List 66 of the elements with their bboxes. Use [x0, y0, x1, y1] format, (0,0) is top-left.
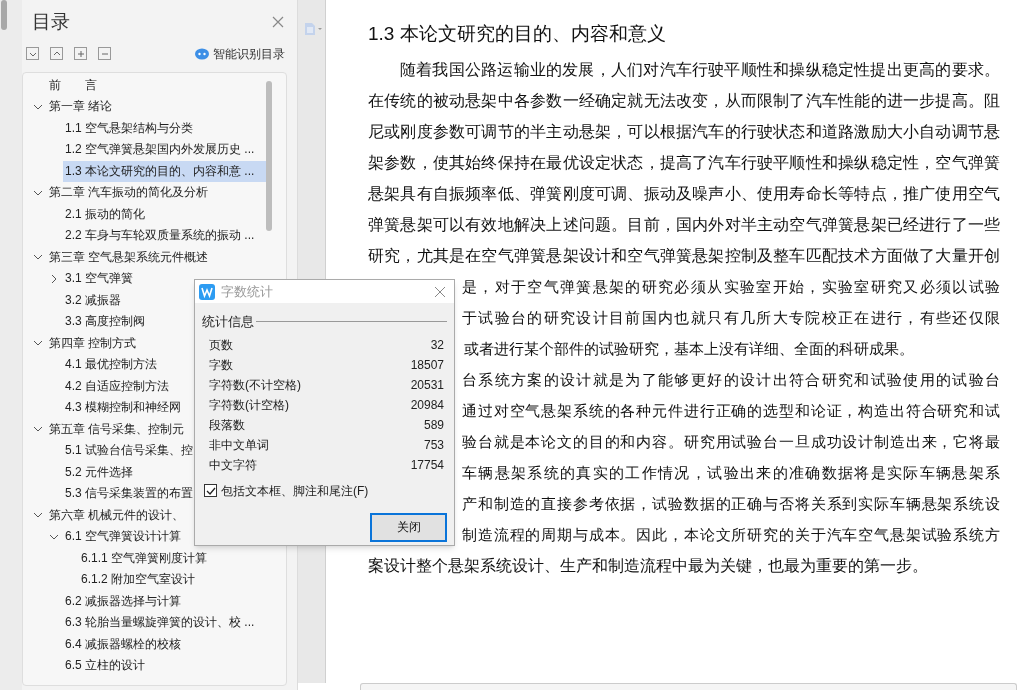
stat-label: 段落数 — [209, 416, 245, 434]
robot-face-icon — [195, 47, 209, 60]
toc-item[interactable]: 2.2 车身与车轮双质量系统的振动 ... — [63, 225, 266, 247]
stat-value: 589 — [423, 416, 444, 434]
stat-value: 20531 — [410, 376, 444, 394]
paragraph-line: 是，对于空气弹簧悬架的研究必须从实验室开始，实验室研究又必须以试验 — [462, 277, 1000, 297]
toc-item[interactable]: 6.3 轮胎当量螺旋弹簧的设计、校 ... — [63, 612, 266, 634]
scrollbar-thumb[interactable] — [1, 0, 7, 30]
paragraph-line: 台系统方案的设计就是为了能够更好的设计出符合研究和试验使用的试验台 — [462, 370, 1000, 390]
panel-title: 目录 — [32, 10, 70, 34]
group-label: 统计信息 — [202, 313, 254, 331]
close-icon[interactable] — [434, 285, 446, 298]
stat-value: 753 — [423, 436, 444, 454]
paragraph-line: 验台就是本论文的目的和内容。研究用试验台一旦成功设计制造出来，它将最 — [462, 432, 1000, 452]
stat-value: 32 — [430, 336, 444, 354]
minus-icon[interactable] — [98, 47, 111, 60]
horizontal-scrollbar[interactable] — [360, 683, 1017, 690]
stat-label: 字符数(不计空格) — [209, 376, 301, 394]
toc-item[interactable]: 第一章 绪论 — [47, 96, 266, 118]
stat-label: 字数 — [209, 356, 233, 374]
toc-item[interactable]: 2.1 振动的简化 — [63, 203, 266, 225]
paragraph-line: 在传统的被动悬架中各参数一经确定就无法改变，从而限制了汽车性能的进一步提高。阻 — [368, 91, 1000, 111]
paragraph-line: 产和制造的直接参考依据，试验数据的正确与否将关系到实际车辆悬架系统设 — [462, 494, 1000, 514]
scrollbar-thumb[interactable] — [266, 80, 272, 231]
close-icon[interactable] — [271, 15, 285, 30]
toc-item[interactable]: 前 言 — [47, 74, 266, 96]
stat-value: 17754 — [410, 456, 444, 474]
close-button[interactable]: 关闭 — [370, 512, 447, 542]
toc-item[interactable]: 6.5 立柱的设计 — [63, 655, 266, 677]
stat-label: 中文字符 — [209, 456, 257, 474]
app-logo-icon — [199, 283, 215, 300]
toc-item[interactable]: 6.1.2 附加空气室设计 — [79, 569, 266, 591]
stat-label: 非中文单词 — [209, 436, 269, 454]
toc-item[interactable]: 1.3 本论文研究的目的、内容和意 ... — [63, 160, 266, 182]
stat-value: 20984 — [410, 396, 444, 414]
toc-item[interactable]: 1.2 空气弹簧悬架国内外发展历史 ... — [63, 139, 266, 161]
toc-item[interactable]: 第二章 汽车振动的简化及分析 — [47, 182, 266, 204]
paragraph-line: 尼或刚度参数可调节的半主动悬架，可以根据汽车的行驶状态和道路激励大小自动调节悬 — [368, 122, 1000, 142]
paragraph-line: 通过对空气悬架系统的各种元件进行正确的选型和论证，构造出符合研究和试 — [462, 401, 1000, 421]
include-notes-checkbox[interactable]: 包括文本框、脚注和尾注(F) — [202, 481, 447, 500]
paragraph-line: 制造流程的周期与成本。因此，本论文所研究的关于汽车空气悬架试验系统方 — [462, 525, 1000, 545]
paragraph-line: 弹簧悬架可以有效地解决上述问题。目前，国内外对半主动空气弹簧悬架已经进行了一些 — [368, 215, 1000, 235]
toc-item[interactable]: 1.1 空气悬架结构与分类 — [63, 117, 266, 139]
toc-item[interactable]: 6.2 减振器选择与计算 — [63, 590, 266, 612]
smart-toc-button[interactable]: 智能识别目录 — [195, 44, 285, 63]
checkmark-icon — [205, 485, 216, 496]
paragraph-line: 车辆悬架系统的真实的工作情况，试验出来的准确数据将是实际车辆悬架系 — [462, 463, 1000, 483]
paragraph-line: 架参数，使其始终保持在最优设定状态，提高了汽车行驶平顺性和操纵稳定性，空气弹簧 — [368, 153, 1000, 173]
toc-item[interactable]: 6.4 减振器螺栓的校核 — [63, 633, 266, 655]
toc-item[interactable]: 6.1.1 空气弹簧刚度计算 — [79, 547, 266, 569]
paragraph-line: 于试验台的研究设计目前国内也就只有几所大专院校正在进行，有些还仅限 — [462, 308, 1000, 328]
expand-up-icon[interactable] — [50, 47, 63, 60]
paragraph-line: 随着我国公路运输业的发展，人们对汽车行驶平顺性和操纵稳定性提出更高的要求。 — [399, 60, 1000, 80]
stat-label: 字符数(计空格) — [209, 396, 289, 414]
dialog-title: 字数统计 — [221, 282, 273, 301]
plus-icon[interactable] — [74, 47, 87, 60]
stat-value: 18507 — [410, 356, 444, 374]
collapse-all-icon[interactable] — [26, 47, 39, 60]
paragraph-line: 悬架具有自振频率低、弹簧刚度可调、振动及噪声小、使用寿命长等特点，推广使用空气 — [368, 184, 1000, 204]
paragraph-line: 研究，尤其是在空气弹簧悬架设计和空气弹簧悬架控制及整车匹配技术方面做了大量开创 — [368, 246, 1000, 266]
toc-item[interactable]: 第三章 空气悬架系统元件概述 — [47, 246, 266, 268]
section-heading: 1.3 本论文研究的目的、内容和意义 — [368, 22, 667, 46]
chevron-right-icon[interactable] — [49, 273, 59, 284]
paragraph-line: 案设计整个悬架系统设计、生产和制造流程中最为关键，也最为重要的第一步。 — [368, 556, 929, 576]
paragraph-line: 或者进行某个部件的试验研究，基本上没有详细、全面的科研成果。 — [464, 339, 915, 359]
stat-label: 页数 — [209, 336, 233, 354]
